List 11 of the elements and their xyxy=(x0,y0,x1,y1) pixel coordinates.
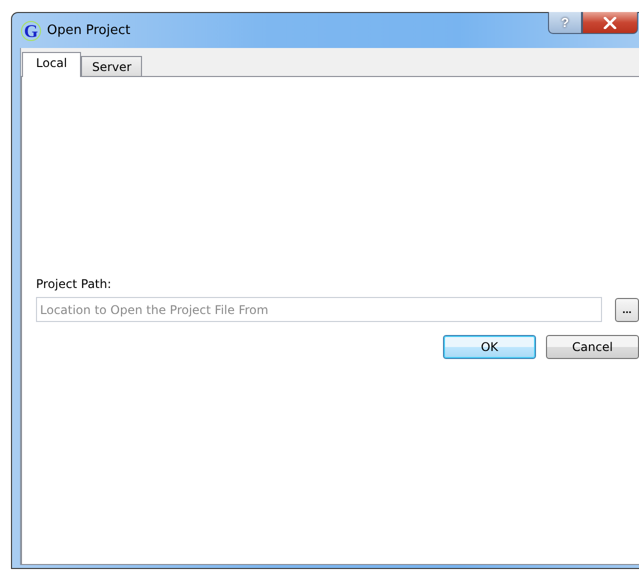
close-icon xyxy=(603,16,617,28)
tab[interactable]: Server xyxy=(81,56,142,76)
dialog-button[interactable]: Cancel xyxy=(546,335,639,359)
browse-button[interactable]: ... xyxy=(615,298,639,322)
field-label: Project Path: xyxy=(36,277,112,291)
window-title: Open Project xyxy=(47,23,130,38)
close-button[interactable] xyxy=(582,12,638,34)
project-path-field[interactable]: Location to Open the Project File From xyxy=(36,297,602,322)
tab[interactable]: Local xyxy=(22,52,82,77)
dialog-button[interactable]: OK xyxy=(443,335,536,359)
app-logo-icon: G xyxy=(21,20,41,40)
